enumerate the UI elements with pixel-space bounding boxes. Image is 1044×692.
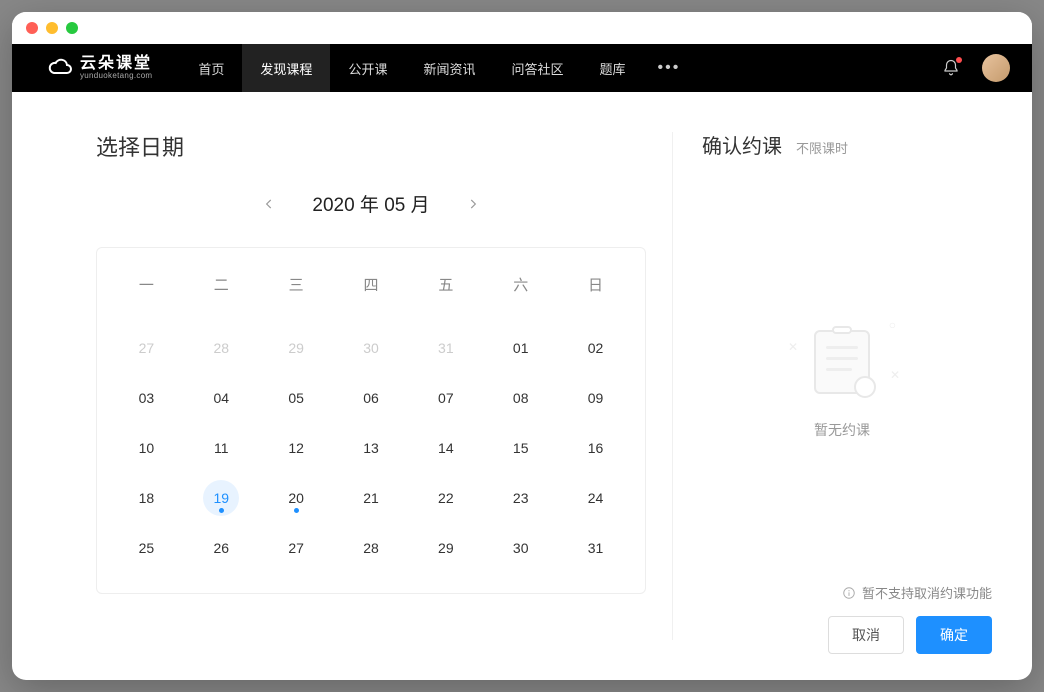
weekday-label: 五 — [408, 264, 483, 313]
notice: 暂不支持取消约课功能 — [842, 583, 992, 602]
calendar-day[interactable]: 29 — [428, 530, 464, 566]
cancel-button[interactable]: 取消 — [828, 616, 904, 654]
calendar-day[interactable]: 23 — [503, 480, 539, 516]
weekday-label: 二 — [184, 264, 259, 313]
avatar[interactable] — [982, 54, 1010, 82]
calendar-day[interactable]: 03 — [128, 380, 164, 416]
notice-text: 暂不支持取消约课功能 — [862, 583, 992, 602]
calendar-day[interactable]: 20 — [278, 480, 314, 516]
calendar-day[interactable]: 01 — [503, 330, 539, 366]
notification-bell[interactable] — [942, 59, 960, 77]
calendar-day: 29 — [278, 330, 314, 366]
calendar-day[interactable]: 11 — [203, 430, 239, 466]
calendar-body: 27 28 29 30 31 01 02 03 04 05 06 07 08 09 10 11 12 13 14 15… — [109, 323, 633, 573]
calendar-row: 18 19 20 21 22 23 24 — [109, 473, 633, 523]
calendar-day[interactable]: 18 — [128, 480, 164, 516]
event-dot-icon — [294, 508, 299, 513]
weekday-label: 三 — [259, 264, 334, 313]
calendar-day: 31 — [428, 330, 464, 366]
confirm-button[interactable]: 确定 — [916, 616, 992, 654]
booking-panel: 确认约课 不限课时 ✕ ○ ✕ 暂无约课 — [692, 92, 1032, 680]
calendar-day[interactable]: 04 — [203, 380, 239, 416]
info-icon — [842, 586, 856, 600]
booking-title: 确认约课 — [702, 130, 782, 159]
weekday-label: 四 — [334, 264, 409, 313]
empty-clipboard-icon: ✕ ○ ✕ — [802, 322, 882, 402]
calendar-row: 25 26 27 28 29 30 31 — [109, 523, 633, 573]
calendar-day[interactable]: 07 — [428, 380, 464, 416]
calendar-day[interactable]: 13 — [353, 430, 389, 466]
notification-dot-icon — [956, 57, 962, 63]
logo-subtext: yunduoketang.com — [80, 72, 152, 80]
calendar-day[interactable]: 14 — [428, 430, 464, 466]
nav-item[interactable]: 问答社区 — [493, 44, 581, 92]
event-dot-icon — [219, 508, 224, 513]
calendar-row: 03 04 05 06 07 08 09 — [109, 373, 633, 423]
calendar-day[interactable]: 02 — [578, 330, 614, 366]
calendar-day[interactable]: 25 — [128, 530, 164, 566]
logo[interactable]: 云朵课堂 yunduoketang.com — [48, 56, 152, 80]
nav-items: 首页发现课程公开课新闻资讯问答社区题库 — [180, 44, 643, 92]
nav-item[interactable]: 首页 — [180, 44, 242, 92]
calendar-day[interactable]: 12 — [278, 430, 314, 466]
calendar-day[interactable]: 28 — [353, 530, 389, 566]
calendar-day[interactable]: 05 — [278, 380, 314, 416]
window-close-icon[interactable] — [26, 22, 38, 34]
calendar-day[interactable]: 27 — [278, 530, 314, 566]
calendar-day: 30 — [353, 330, 389, 366]
calendar-day[interactable]: 24 — [578, 480, 614, 516]
nav-more-icon[interactable]: ••• — [644, 59, 695, 77]
content: 选择日期 2020 年 05 月 一二三四五六日 27 28 29 30 31 01 02 0… — [12, 92, 1032, 680]
nav-item[interactable]: 发现课程 — [242, 44, 330, 92]
weekday-label: 一 — [109, 264, 184, 313]
calendar-day[interactable]: 19 — [203, 480, 239, 516]
month-navigator: 2020 年 05 月 — [96, 190, 646, 217]
calendar-day: 28 — [203, 330, 239, 366]
nav-item[interactable]: 新闻资讯 — [405, 44, 493, 92]
calendar-day[interactable]: 30 — [503, 530, 539, 566]
calendar-row: 10 11 12 13 14 15 16 — [109, 423, 633, 473]
calendar-day[interactable]: 16 — [578, 430, 614, 466]
calendar: 一二三四五六日 27 28 29 30 31 01 02 03 04 05 06 07 08 09 10 11… — [96, 247, 646, 594]
weekday-label: 六 — [483, 264, 558, 313]
calendar-day: 27 — [128, 330, 164, 366]
month-label: 2020 年 05 月 — [312, 190, 429, 217]
window-maximize-icon[interactable] — [66, 22, 78, 34]
logo-text: 云朵课堂 — [80, 56, 152, 72]
chevron-right-icon — [466, 197, 480, 211]
cloud-icon — [48, 57, 74, 79]
calendar-day[interactable]: 09 — [578, 380, 614, 416]
calendar-day[interactable]: 08 — [503, 380, 539, 416]
weekday-label: 日 — [558, 264, 633, 313]
chevron-left-icon — [262, 197, 276, 211]
empty-state-text: 暂无约课 — [814, 420, 870, 440]
window-minimize-icon[interactable] — [46, 22, 58, 34]
date-picker-panel: 选择日期 2020 年 05 月 一二三四五六日 27 28 29 30 31 01 02 0… — [12, 92, 692, 680]
calendar-row: 27 28 29 30 31 01 02 — [109, 323, 633, 373]
calendar-day[interactable]: 06 — [353, 380, 389, 416]
calendar-weekday-header: 一二三四五六日 — [109, 264, 633, 313]
titlebar — [12, 12, 1032, 44]
calendar-day[interactable]: 26 — [203, 530, 239, 566]
calendar-day[interactable]: 10 — [128, 430, 164, 466]
calendar-day[interactable]: 15 — [503, 430, 539, 466]
empty-state: ✕ ○ ✕ 暂无约课 — [692, 179, 992, 583]
calendar-day[interactable]: 21 — [353, 480, 389, 516]
next-month-button[interactable] — [460, 191, 486, 217]
calendar-day[interactable]: 31 — [578, 530, 614, 566]
nav-item[interactable]: 题库 — [581, 44, 643, 92]
calendar-day[interactable]: 22 — [428, 480, 464, 516]
booking-subtitle: 不限课时 — [796, 138, 848, 157]
date-picker-title: 选择日期 — [96, 130, 646, 162]
app-window: 云朵课堂 yunduoketang.com 首页发现课程公开课新闻资讯问答社区题… — [12, 12, 1032, 680]
nav-item[interactable]: 公开课 — [330, 44, 405, 92]
prev-month-button[interactable] — [256, 191, 282, 217]
navbar: 云朵课堂 yunduoketang.com 首页发现课程公开课新闻资讯问答社区题… — [12, 44, 1032, 92]
